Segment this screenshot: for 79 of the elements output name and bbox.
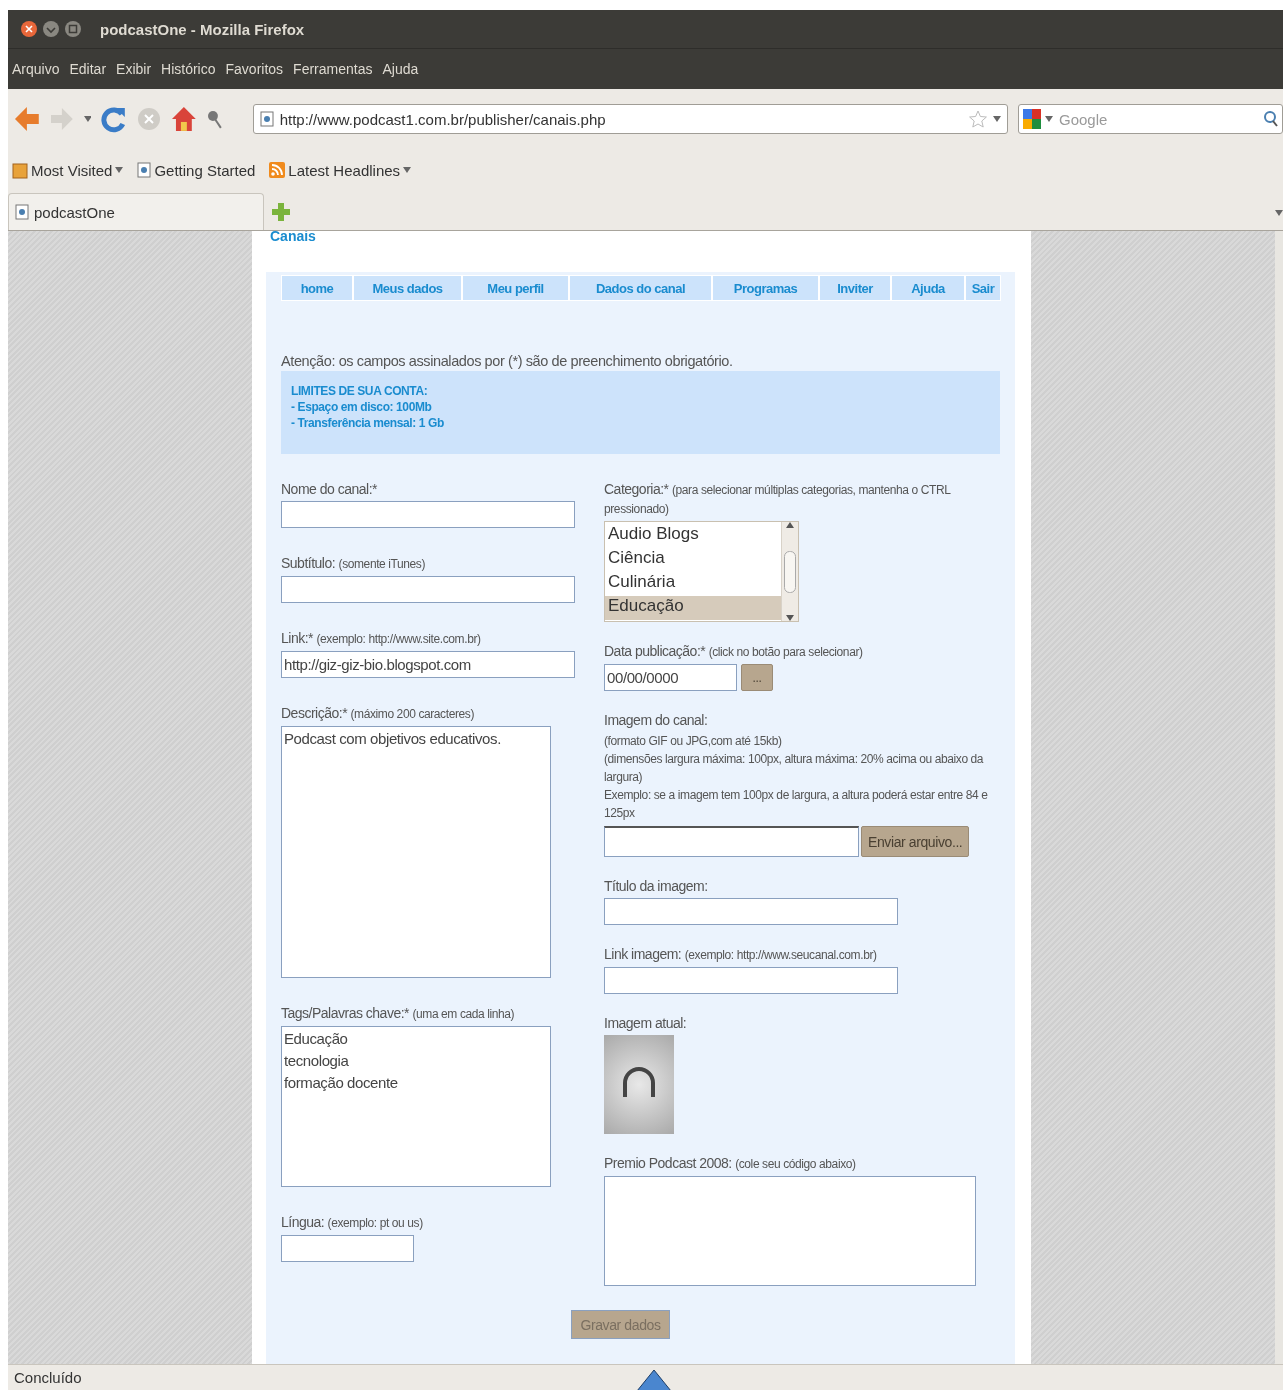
field-label: Link imagem: (exemplo: http://www.seucanal.com.br)	[604, 945, 877, 964]
field-label: Nome do canal:*	[281, 480, 377, 498]
dropdown-caret-icon	[1045, 116, 1053, 122]
window-title: podcastOne - Mozilla Firefox	[100, 20, 305, 38]
bookmark-item[interactable]: Latest Headlines	[269, 161, 412, 179]
maximize-icon[interactable]	[64, 20, 82, 38]
rss-icon	[269, 162, 286, 178]
scrollbar[interactable]	[1275, 231, 1283, 1364]
triangle-icon	[636, 1369, 672, 1390]
stop-icon[interactable]	[137, 107, 161, 131]
field-label: Imagem atual:	[604, 1014, 687, 1032]
field-label: Língua: (exemplo: pt ou us)	[281, 1213, 423, 1232]
text-area[interactable]: Podcast com objetivos educativos.	[281, 726, 551, 978]
limit-line: - Transferência mensal: 1 Gb	[291, 416, 445, 430]
notice-text: Atenção: os campos assinalados por (*) são de preenchimento obrigatório.	[281, 353, 734, 369]
search-icon[interactable]	[1264, 111, 1278, 127]
text-field[interactable]	[604, 967, 898, 994]
menu-item[interactable]: Arquivo	[12, 61, 60, 77]
field-label: Premio Podcast 2008: (cole seu código abaixo)	[604, 1154, 856, 1173]
dropdown-caret-icon	[83, 116, 92, 122]
menu-item[interactable]: Exibir	[116, 61, 152, 77]
page-heading: Canais	[270, 231, 317, 246]
text-field[interactable]	[281, 576, 575, 603]
reload-icon[interactable]	[101, 105, 128, 133]
field-label: Tags/Palavras chave:* (uma em cada linha)	[281, 1004, 515, 1023]
list-option[interactable]: Educação	[605, 596, 781, 620]
date-field[interactable]: 00/00/0000	[604, 664, 737, 691]
field-label: Subtítulo: (somente iTunes)	[281, 554, 426, 573]
field-label: Imagem do canal:	[604, 711, 708, 729]
field-note: (formato GIF ou JPG,com até 15kb)	[604, 733, 782, 750]
page-icon	[15, 204, 29, 220]
close-icon[interactable]	[20, 20, 38, 38]
field-label: Data publicação:* (click no botão para selecionar)	[604, 642, 863, 661]
bookmark-item[interactable]: Getting Started	[137, 161, 256, 179]
date-picker-button[interactable]: ...	[741, 664, 773, 691]
search-engine-icon[interactable]	[1023, 109, 1041, 129]
field-note: Exemplo: se a imagem tem 100px de largura, a altura poderá estar entre 84 e 125px	[604, 787, 989, 822]
tab-list-caret-icon[interactable]	[1275, 210, 1283, 216]
bookmark-item[interactable]: Most Visited	[12, 161, 124, 179]
folder-icon	[12, 161, 28, 179]
field-label: Título da imagem:	[604, 877, 708, 895]
menu-item[interactable]: Favoritos	[225, 61, 284, 77]
page-icon	[137, 162, 152, 178]
address-bar[interactable]: http://www.podcast1.com.br/publisher/canais.php	[252, 104, 1008, 134]
dropdown-caret-icon	[993, 116, 1001, 122]
field-label: Categoria:* (para selecionar múltiplas categorias, mantenha o CTRL pressionado)	[604, 480, 952, 518]
category-listbox[interactable]: Audio Blogs Ciência Culinária Educação	[604, 521, 799, 622]
scroll-up-icon	[786, 522, 794, 528]
limit-line: - Espaço em disco: 100Mb	[291, 400, 433, 414]
text-field[interactable]: http://giz-giz-bio.blogspot.com	[281, 651, 575, 678]
menu-item[interactable]: Ajuda	[382, 61, 419, 77]
scroll-thumb-icon	[784, 550, 796, 593]
page-icon	[259, 111, 274, 127]
scroll-down-icon	[786, 615, 794, 621]
home-icon[interactable]	[171, 105, 197, 133]
menu-item[interactable]: Editar	[69, 61, 107, 77]
text-field[interactable]	[281, 1235, 414, 1262]
search-field[interactable]: Google	[1018, 104, 1283, 134]
menu-item[interactable]: Histórico	[161, 61, 216, 77]
new-tab-icon[interactable]	[272, 203, 290, 221]
menu-item[interactable]: Ferramentas	[293, 61, 373, 77]
list-option[interactable]: Culinária	[605, 572, 781, 596]
text-field[interactable]	[281, 501, 575, 528]
list-option[interactable]: Audio Blogs	[605, 524, 781, 548]
field-label: Descrição:* (máximo 200 caracteres)	[281, 704, 474, 723]
back-arrow-icon[interactable]	[14, 105, 40, 133]
upload-button[interactable]: Enviar arquivo...	[861, 826, 970, 857]
field-label: Link:* (exemplo: http://www.site.com.br)	[281, 629, 481, 648]
status-text: Concluído	[14, 1369, 82, 1386]
text-field[interactable]	[604, 898, 898, 925]
file-field[interactable]	[604, 826, 859, 857]
text-area[interactable]	[604, 1176, 976, 1286]
limits-title: LIMITES DE SUA CONTA:	[291, 384, 429, 398]
pin-icon[interactable]	[206, 109, 223, 129]
list-option[interactable]: Ciência	[605, 548, 781, 572]
star-icon[interactable]	[969, 110, 987, 128]
browser-tab[interactable]: podcastOne	[8, 193, 264, 230]
field-note: (dimensões largura máxima: 100px, altura máxima: 20% acima ou abaixo da largura)	[604, 751, 985, 786]
text-area[interactable]: Educação tecnologia formação docente	[281, 1026, 551, 1187]
